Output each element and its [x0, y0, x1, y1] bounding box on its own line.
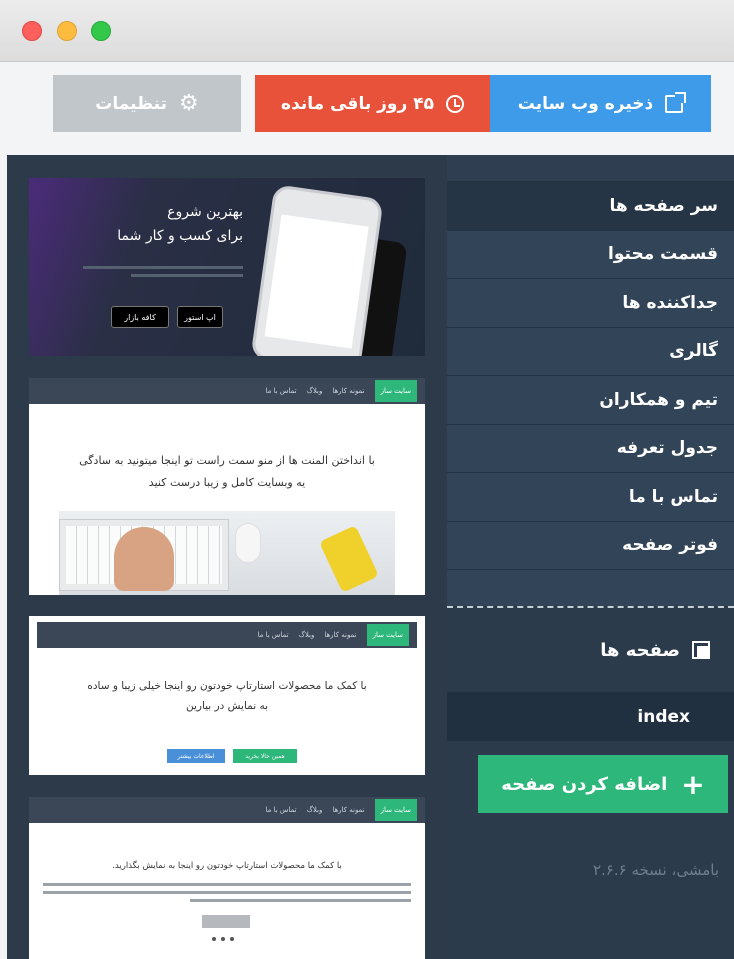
sidebar-item-label: سر صفحه ها	[609, 195, 718, 216]
sidebar-item-dividers[interactable]: جداکننده ها	[447, 279, 734, 328]
sidebar-item-team[interactable]: تیم و همکاران	[447, 376, 734, 425]
days-remaining-label: ۴۵ روز باقی مانده	[281, 93, 434, 114]
content-block-preview-3[interactable]: سایت ساز نمونه کارها وبلاگ تماس با ما با…	[29, 797, 425, 959]
preview-navbar: سایت ساز نمونه کارها وبلاگ تماس با ما	[29, 378, 425, 404]
page-item-label: index	[637, 706, 690, 727]
add-page-label: اضافه کردن صفحه	[501, 773, 668, 795]
sidebar-item-pricing[interactable]: جدول تعرفه	[447, 424, 734, 473]
builder-workspace: بهترین شروع برای کسب و کار شما اپ استور …	[7, 155, 734, 959]
external-link-icon	[665, 91, 687, 113]
pages-label: صفحه ها	[600, 639, 680, 661]
days-remaining-button[interactable]: ۴۵ روز باقی مانده	[255, 75, 490, 132]
sidebar-item-label: جدول تعرفه	[616, 438, 718, 459]
plus-icon: +	[681, 767, 705, 801]
keyboard-photo	[59, 511, 395, 595]
sidebar-spacer	[447, 570, 734, 606]
gear-icon: ⚙	[178, 90, 199, 116]
minimize-window-button[interactable]	[57, 21, 77, 41]
sidebar-item-gallery[interactable]: گالری	[447, 327, 734, 376]
add-page-button[interactable]: + اضافه کردن صفحه	[478, 755, 728, 813]
preview-button	[202, 915, 250, 928]
content-block-preview-2[interactable]: سایت ساز نمونه کارها وبلاگ تماس با ما با…	[29, 616, 425, 775]
pages-header[interactable]: صفحه ها	[447, 608, 734, 692]
preview-pagination-dots	[212, 937, 234, 941]
preview-navbar: سایت ساز نمونه کارها وبلاگ تماس با ما	[37, 622, 417, 648]
settings-button[interactable]: ⚙ تنظیمات	[53, 75, 241, 132]
clock-icon	[445, 94, 464, 113]
settings-label: تنظیمات	[95, 93, 167, 114]
blocks-sidebar: سر صفحه ها قسمت محتوا جداکننده ها گالری …	[447, 155, 734, 959]
preview-buttons: اطلاعات بیشتر همین حالا بخرید	[167, 749, 297, 763]
close-window-button[interactable]	[22, 21, 42, 41]
save-website-label: ذخیره وب سایت	[517, 93, 654, 114]
sidebar-item-label: قسمت محتوا	[608, 244, 718, 265]
version-text: بامشی، نسخه ۲.۶.۶	[592, 861, 719, 879]
sidebar-item-label: تیم و همکاران	[599, 389, 718, 410]
preview-navbar: سایت ساز نمونه کارها وبلاگ تماس با ما	[29, 797, 425, 823]
save-website-button[interactable]: ذخیره وب سایت	[490, 75, 711, 132]
maximize-window-button[interactable]	[91, 21, 111, 41]
preview-text: با انداختن المنت ها از منو سمت راست تو ا…	[79, 454, 375, 489]
preview-text: با کمک ما محصولات استارتاپ خودتون رو این…	[112, 861, 342, 871]
preview-paragraph	[43, 883, 411, 902]
page-item-index[interactable]: index	[447, 692, 734, 741]
app-store-badge: اپ استور	[177, 306, 223, 328]
sidebar-top	[447, 155, 734, 182]
sidebar-item-label: تماس با ما	[628, 486, 718, 507]
hero-title: بهترین شروع برای کسب و کار شما	[117, 204, 243, 244]
sidebar-item-label: فوتر صفحه	[622, 535, 718, 556]
hero-description	[83, 266, 243, 282]
sidebar-item-headers[interactable]: سر صفحه ها	[447, 182, 734, 231]
hero-block-preview[interactable]: بهترین شروع برای کسب و کار شما اپ استور …	[29, 178, 425, 356]
sidebar-item-label: جداکننده ها	[622, 292, 718, 313]
preview-text: با کمک ما محصولات استارتاپ خودتون رو این…	[87, 680, 367, 712]
sidebar-item-content[interactable]: قسمت محتوا	[447, 230, 734, 279]
pages-icon	[692, 641, 710, 659]
sidebar-item-label: گالری	[669, 341, 718, 362]
content-block-preview-1[interactable]: سایت ساز نمونه کارها وبلاگ تماس با ما با…	[29, 378, 425, 595]
bazaar-badge: کافه بازار	[111, 306, 169, 328]
sidebar-item-contact[interactable]: تماس با ما	[447, 473, 734, 522]
sidebar-item-footer[interactable]: فوتر صفحه	[447, 521, 734, 570]
phone-image	[250, 184, 384, 356]
window-titlebar	[0, 0, 734, 62]
toolbar: ذخیره وب سایت ۴۵ روز باقی مانده ⚙ تنظیما…	[0, 63, 734, 155]
